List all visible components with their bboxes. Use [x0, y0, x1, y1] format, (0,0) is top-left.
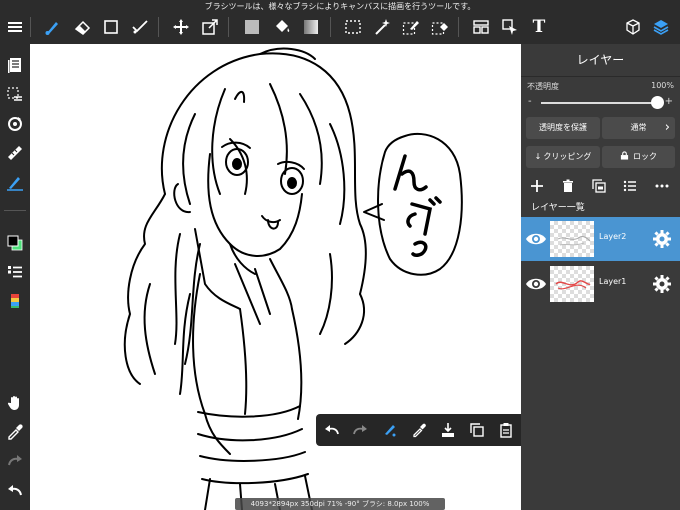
top-toolbar: ブラシツールは、様々なブラシによりキャンバスに描画を行うツールです。 T [0, 0, 680, 44]
material-icon[interactable] [620, 14, 646, 40]
more-options-icon[interactable] [652, 176, 672, 196]
toolbar-divider [158, 17, 159, 37]
toolbar-divider [330, 17, 331, 37]
eraser-icon[interactable] [70, 14, 96, 40]
menu-icon[interactable] [2, 14, 28, 40]
layer-name: Layer1 [599, 277, 627, 286]
text-tool-label: T [532, 17, 546, 37]
layers-icon[interactable] [648, 14, 674, 40]
toolbar-divider [30, 17, 31, 37]
lock-button[interactable]: ロック [602, 146, 675, 168]
smudge-icon[interactable] [127, 14, 153, 40]
save-icon[interactable] [436, 418, 460, 442]
eyedropper-icon[interactable] [2, 418, 28, 444]
rotate-icon[interactable] [2, 111, 28, 137]
layer-row-layer2[interactable]: Layer2 [521, 217, 680, 261]
blend-mode-select[interactable]: 通常 › [602, 117, 675, 139]
paste-icon[interactable] [494, 418, 518, 442]
lock-label: ロック [633, 152, 657, 161]
layer-row-layer1[interactable]: Layer1 [521, 262, 680, 306]
select-eraser-icon[interactable] [427, 14, 453, 40]
magic-wand-icon[interactable] [369, 14, 395, 40]
clipping-button[interactable]: ↓ クリッピング [526, 146, 600, 168]
pen-pressure-icon[interactable] [2, 169, 28, 195]
select-arrow-icon[interactable] [497, 14, 523, 40]
layer-panel: レイヤー 不透明度 100% - + 透明度を保護 通常 › ↓ クリッピング ロ… [521, 44, 680, 510]
opacity-slider-knob[interactable] [650, 96, 664, 109]
lock-icon [620, 151, 629, 160]
toolbar-divider [228, 17, 229, 37]
clipping-label: クリッピング [543, 152, 592, 161]
eyedropper-icon[interactable] [407, 418, 431, 442]
opacity-value: 100% [651, 81, 674, 90]
layer-thumbnail [550, 221, 594, 257]
move-icon[interactable] [168, 14, 194, 40]
chevron-right-icon: › [664, 120, 670, 135]
color-swatch[interactable] [2, 230, 28, 256]
left-toolbar [0, 44, 30, 510]
eye-icon[interactable] [525, 274, 547, 294]
opacity-label: 不透明度 [527, 82, 559, 91]
canvas-status: 4093*2894px 350dpi 71% -90° ブラシ: 8.0px 1… [235, 498, 445, 510]
text-icon[interactable]: T [526, 14, 552, 40]
opacity-increase-button[interactable]: + [665, 96, 673, 107]
brush-icon[interactable] [378, 418, 402, 442]
layer-thumbnail [550, 266, 594, 302]
gear-icon[interactable] [652, 274, 672, 294]
eye-icon[interactable] [525, 229, 547, 249]
selection-list-icon[interactable] [2, 82, 28, 108]
select-rect-icon[interactable] [340, 14, 366, 40]
copy-icon[interactable] [465, 418, 489, 442]
add-layer-icon[interactable] [527, 176, 547, 196]
redo-icon[interactable] [2, 448, 28, 474]
select-pen-icon[interactable] [398, 14, 424, 40]
transform-icon[interactable] [197, 14, 223, 40]
palette-icon[interactable] [2, 288, 28, 314]
protect-alpha-button[interactable]: 透明度を保護 [526, 117, 600, 139]
gear-icon[interactable] [652, 229, 672, 249]
toolbar-divider [458, 17, 459, 37]
rectangle-icon[interactable] [98, 14, 124, 40]
clipping-icon: ↓ [534, 152, 542, 161]
duplicate-layer-icon[interactable] [589, 176, 609, 196]
speech-bubble-glyphs [393, 154, 442, 257]
layer-name: Layer2 [599, 232, 627, 241]
opacity-decrease-button[interactable]: - [528, 96, 532, 107]
redo-icon[interactable] [348, 418, 372, 442]
hand-icon[interactable] [2, 390, 28, 416]
bucket-icon[interactable] [269, 14, 295, 40]
tool-tooltip: ブラシツールは、様々なブラシによりキャンバスに描画を行うツールです。 [204, 2, 476, 11]
panel-layout-icon[interactable] [468, 14, 494, 40]
gradient-icon[interactable] [298, 14, 324, 40]
delete-layer-icon[interactable] [558, 176, 578, 196]
panel-title: レイヤー [521, 44, 680, 77]
layer-list-header: レイヤー一覧 [531, 203, 585, 213]
toolbar-divider [4, 210, 26, 211]
undo-icon[interactable] [2, 478, 28, 504]
blend-mode-label: 通常 [630, 123, 647, 132]
layer-list-icon[interactable] [620, 176, 640, 196]
opacity-slider[interactable] [541, 102, 657, 104]
undo-icon[interactable] [320, 418, 344, 442]
fill-color-icon[interactable] [239, 14, 265, 40]
page-icon[interactable] [2, 52, 28, 78]
brush-list-icon[interactable] [2, 259, 28, 285]
ruler-icon[interactable] [2, 140, 28, 166]
brush-icon[interactable] [40, 14, 66, 40]
